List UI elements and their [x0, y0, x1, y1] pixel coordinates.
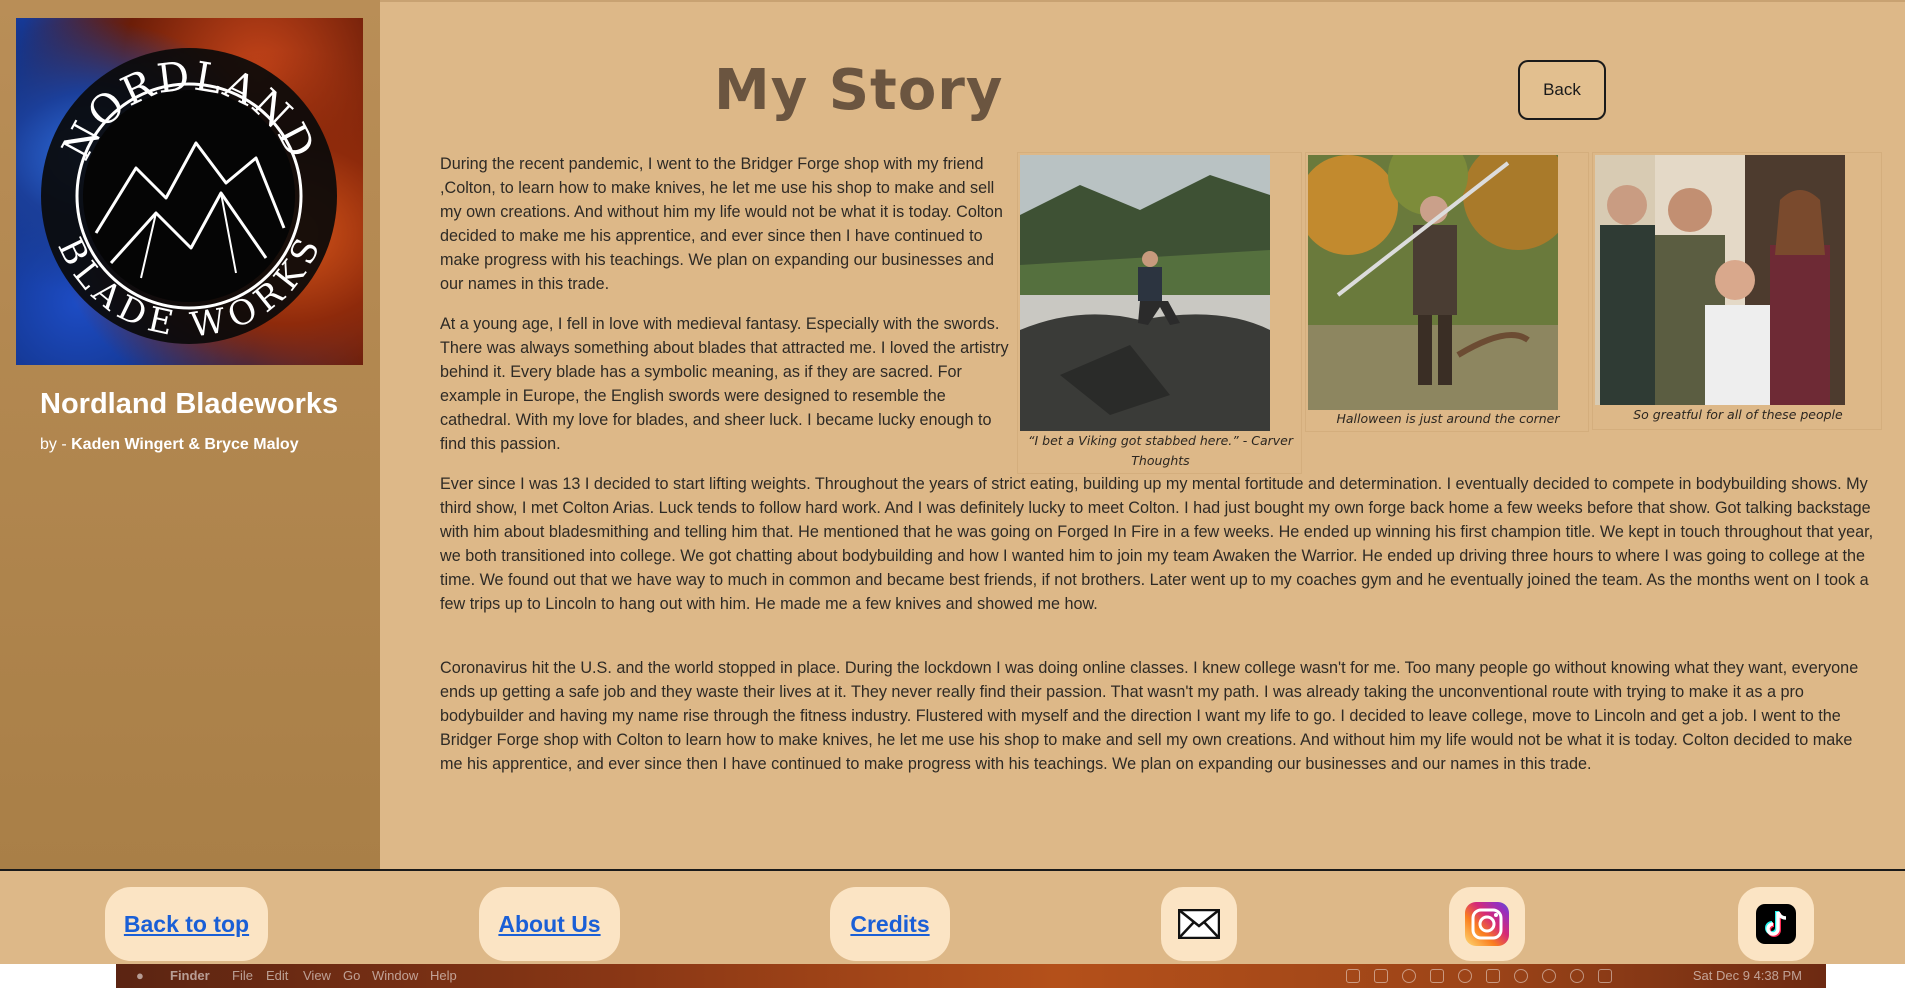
control-center-icon[interactable]	[1598, 969, 1612, 983]
instagram-icon	[1465, 902, 1509, 946]
menubar-item-window[interactable]: Window	[372, 968, 418, 983]
status-icon[interactable]	[1374, 969, 1388, 983]
email-link[interactable]	[1161, 887, 1237, 961]
logo-emblem: NORDLAND BLADE WORKS	[41, 48, 337, 346]
menubar-app-finder[interactable]: Finder	[170, 968, 210, 983]
menubar-item-file[interactable]: File	[232, 968, 253, 983]
brand-logo: NORDLAND BLADE WORKS	[16, 18, 363, 365]
photo-rock-shore	[1020, 155, 1270, 431]
status-icon[interactable]	[1514, 969, 1528, 983]
main-content: My Story Back During the recent pandemic…	[380, 0, 1905, 869]
back-to-top-link[interactable]: Back to top	[105, 887, 268, 961]
about-us-link[interactable]: About Us	[479, 887, 620, 961]
menubar-item-view[interactable]: View	[303, 968, 331, 983]
story-paragraph-4: Coronavirus hit the U.S. and the world s…	[440, 659, 1859, 773]
story-paragraph-3: Ever since I was 13 I decided to start l…	[440, 472, 1876, 616]
envelope-icon	[1178, 909, 1220, 939]
photo-warrior-costume	[1308, 155, 1558, 410]
photo-figure-viking: “I bet a Viking got stabbed here.” - Car…	[1017, 152, 1302, 474]
story-paragraph-1: During the recent pandemic, I went to th…	[440, 155, 1003, 293]
menubar-item-help[interactable]: Help	[430, 968, 457, 983]
status-icon[interactable]	[1430, 969, 1444, 983]
credits-link[interactable]: Credits	[830, 887, 950, 961]
brand-authors: by - Kaden Wingert & Bryce Maloy	[40, 436, 360, 454]
search-icon[interactable]	[1570, 969, 1584, 983]
sidebar: NORDLAND BLADE WORKS Nordland Bladeworks…	[0, 0, 380, 869]
instagram-link[interactable]	[1449, 887, 1525, 961]
photo-figure-halloween: Halloween is just around the corner	[1305, 152, 1589, 432]
footer: Back to top About Us Credits	[0, 869, 1905, 964]
back-button[interactable]: Back	[1518, 60, 1606, 120]
page-title: My Story	[714, 58, 1004, 123]
photo-caption-1: “I bet a Viking got stabbed here.” - Car…	[1028, 433, 1293, 468]
brand-name: Nordland Bladeworks	[40, 388, 339, 420]
authors-prefix: by -	[40, 436, 72, 453]
photo-figure-friends: So greatful for all of these people	[1592, 152, 1882, 430]
status-icon[interactable]	[1458, 969, 1472, 983]
menubar-item-edit[interactable]: Edit	[266, 968, 288, 983]
photo-caption-3: So greatful for all of these people	[1633, 407, 1843, 422]
wifi-icon[interactable]	[1542, 969, 1556, 983]
os-menubar: ● Finder File Edit View Go Window Help S…	[116, 964, 1826, 988]
photo-group	[1595, 155, 1845, 405]
status-icon[interactable]	[1402, 969, 1416, 983]
status-icon[interactable]	[1346, 969, 1360, 983]
menubar-item-go[interactable]: Go	[343, 968, 360, 983]
apple-icon[interactable]: ●	[136, 968, 144, 983]
status-icon[interactable]	[1486, 969, 1500, 983]
story-paragraph-3-text: Ever since I was 13 I decided to start l…	[440, 475, 1874, 613]
story-paragraph-2: At a young age, I fell in love with medi…	[440, 315, 1009, 453]
menubar-clock[interactable]: Sat Dec 9 4:38 PM	[1693, 968, 1802, 983]
photo-caption-2: Halloween is just around the corner	[1336, 411, 1560, 426]
tiktok-icon	[1756, 904, 1796, 944]
authors-names: Kaden Wingert & Bryce Maloy	[71, 436, 299, 453]
tiktok-link[interactable]	[1738, 887, 1814, 961]
